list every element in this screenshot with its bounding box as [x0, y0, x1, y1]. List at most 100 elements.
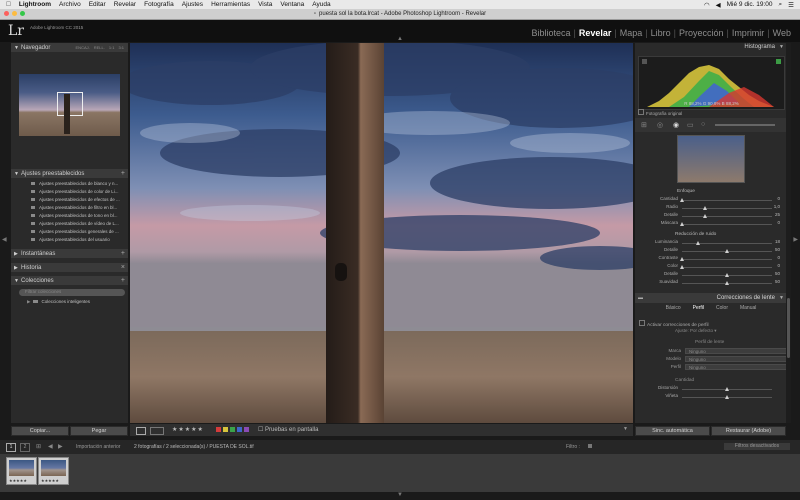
page-1-button[interactable]: 1 [6, 443, 16, 452]
red-label-icon[interactable] [216, 427, 221, 432]
tab-basico[interactable]: Básico [666, 305, 681, 311]
back-arrow-icon[interactable]: ◀ [48, 443, 53, 450]
clock-text[interactable]: Mié 9 dic. 19:00 [727, 1, 773, 8]
slider-knob[interactable] [725, 395, 729, 399]
top-panel-toggle-icon[interactable]: ▲ [397, 36, 403, 42]
slider-knob[interactable] [696, 241, 701, 245]
right-panel-toggle-icon[interactable]: ▶ [793, 236, 798, 243]
module-proyeccion[interactable]: Proyección [676, 28, 727, 38]
slider-track[interactable] [682, 200, 772, 201]
menu-herramientas[interactable]: Herramientas [211, 1, 250, 8]
crop-icon[interactable]: ⊞ [641, 121, 647, 129]
tab-perfil[interactable]: Perfil [693, 305, 704, 311]
slider-row[interactable]: Viñeta [640, 393, 782, 401]
zoom-fit[interactable]: ENCAJ. [76, 45, 90, 50]
minimize-window-icon[interactable] [12, 11, 17, 16]
selection-info[interactable]: 2 fotografías / 2 seleccionada(s) / PUES… [134, 444, 254, 450]
slider-value[interactable]: 25 [775, 212, 780, 217]
add-collection-icon[interactable]: + [121, 277, 125, 284]
rating-stars[interactable]: ★★★★★ [172, 426, 204, 433]
zoom-window-icon[interactable] [20, 11, 25, 16]
slider-row[interactable]: Suavidad 50 [640, 279, 782, 287]
histogram-graph[interactable]: R 88,2% G 90,8% B 88,2% [638, 56, 785, 110]
preset-folder[interactable]: Ajustes preestablecidos de tono en bl... [31, 212, 126, 219]
slider-knob[interactable] [725, 273, 729, 277]
shadow-clipping-icon[interactable] [642, 59, 647, 64]
slider-track[interactable] [682, 216, 772, 217]
enable-profile-checkbox[interactable]: Activar correcciones de perfil [639, 320, 709, 328]
slider-value[interactable]: 0 [777, 263, 780, 268]
slider-value[interactable]: 50 [775, 271, 780, 276]
zoom-1-1[interactable]: 1:1 [109, 45, 115, 50]
menu-ajustes[interactable]: Ajustes [182, 1, 203, 8]
slider-row[interactable]: Color 0 [640, 263, 782, 271]
filmstrip-thumbnail[interactable]: ★★★★★ [6, 457, 37, 485]
slider-knob[interactable] [680, 198, 684, 202]
apple-icon[interactable]:  [6, 1, 11, 8]
lens-field-dropdown[interactable]: Ninguno [685, 364, 787, 370]
blue-label-icon[interactable] [237, 427, 242, 432]
forward-arrow-icon[interactable]: ▶ [58, 443, 63, 450]
smart-collections-item[interactable]: ▶ Colecciones inteligentes [27, 299, 90, 305]
left-panel-toggle-icon[interactable]: ◀ [2, 236, 7, 243]
setup-row[interactable]: Ajuste: Por defecto ▾ [675, 328, 717, 334]
close-window-icon[interactable] [4, 11, 9, 16]
menu-fotografia[interactable]: Fotografía [144, 1, 174, 8]
page-2-button[interactable]: 2 [20, 443, 30, 452]
slider-row[interactable]: Detalle 25 [640, 212, 782, 220]
zoom-3-1[interactable]: 3:1 [118, 45, 124, 50]
collapse-triangle-icon[interactable]: ▼ [779, 44, 784, 50]
slider-value[interactable]: 18 [775, 239, 780, 244]
navigator-header[interactable]: ▼ Navegador ENCAJ. RELL. 1:1 3:1 [11, 43, 128, 52]
reset-button[interactable]: Restaurar (Adobe) [711, 426, 786, 436]
slider-row[interactable]: Detalle 50 [640, 247, 782, 255]
red-eye-icon[interactable]: ◉ [673, 121, 679, 129]
slider-row[interactable]: Cantidad 0 [640, 196, 782, 204]
slider-knob[interactable] [725, 281, 729, 285]
loupe-view-icon[interactable] [136, 427, 146, 435]
graduated-filter-icon[interactable]: ▭ [687, 121, 694, 129]
tab-manual[interactable]: Manual [740, 305, 756, 311]
slider-value[interactable]: 0 [777, 220, 780, 225]
preset-folder[interactable]: Ajustes preestablecidos de efectos de ..… [31, 196, 126, 203]
slider-row[interactable]: Distorsión [640, 385, 782, 393]
snapshots-header[interactable]: ▶ Instantáneas + [11, 249, 128, 258]
navigator-preview[interactable] [19, 74, 120, 136]
highlight-clipping-icon[interactable] [776, 59, 781, 64]
grid-view-icon[interactable]: ⊞ [36, 443, 41, 450]
slider-value[interactable]: 0 [777, 196, 780, 201]
copy-button[interactable]: Copiar... [11, 426, 69, 436]
main-photo[interactable] [130, 43, 633, 423]
slider-knob[interactable] [725, 387, 729, 391]
purple-label-icon[interactable] [244, 427, 249, 432]
yellow-label-icon[interactable] [223, 427, 228, 432]
slider-knob[interactable] [680, 257, 684, 261]
module-mapa[interactable]: Mapa [617, 28, 646, 38]
soft-proof-checkbox[interactable]: ☐ Pruebas en pantalla [258, 426, 318, 433]
add-preset-icon[interactable]: + [121, 170, 125, 177]
slider-value[interactable]: 1,0 [774, 204, 780, 209]
preset-folder[interactable]: Ajustes preestablecidos del usuario [31, 236, 126, 243]
slider-value[interactable]: 50 [775, 279, 780, 284]
zoom-fill[interactable]: RELL. [94, 45, 105, 50]
spot-removal-icon[interactable]: ◎ [657, 121, 663, 129]
scrollbar-thumb[interactable] [787, 298, 790, 358]
right-panel-scrollbar[interactable] [786, 43, 791, 423]
navigator-zoom-box[interactable] [57, 92, 83, 116]
module-libro[interactable]: Libro [648, 28, 674, 38]
slider-row[interactable]: Luminancia 18 [640, 239, 782, 247]
lens-corrections-header[interactable]: ▬ Correcciones de lente ▼ [635, 293, 787, 303]
paste-button[interactable]: Pegar [70, 426, 128, 436]
module-imprimir[interactable]: Imprimir [729, 28, 768, 38]
clear-history-icon[interactable]: × [121, 264, 125, 271]
before-after-icon[interactable] [150, 427, 164, 435]
menu-vista[interactable]: Vista [258, 1, 272, 8]
menu-archivo[interactable]: Archivo [59, 1, 81, 8]
radial-filter-icon[interactable]: ○ [701, 121, 705, 128]
preset-folder[interactable]: Ajustes preestablecidos de filtro en bl.… [31, 204, 126, 211]
preset-folder[interactable]: Ajustes preestablecidos generales de ... [31, 228, 126, 235]
wifi-icon[interactable]: ◠ [704, 1, 710, 9]
collections-header[interactable]: ▼ Colecciones + [11, 276, 128, 285]
volume-icon[interactable]: ◀ [716, 1, 721, 9]
slider-row[interactable]: Radio 1,0 [640, 204, 782, 212]
